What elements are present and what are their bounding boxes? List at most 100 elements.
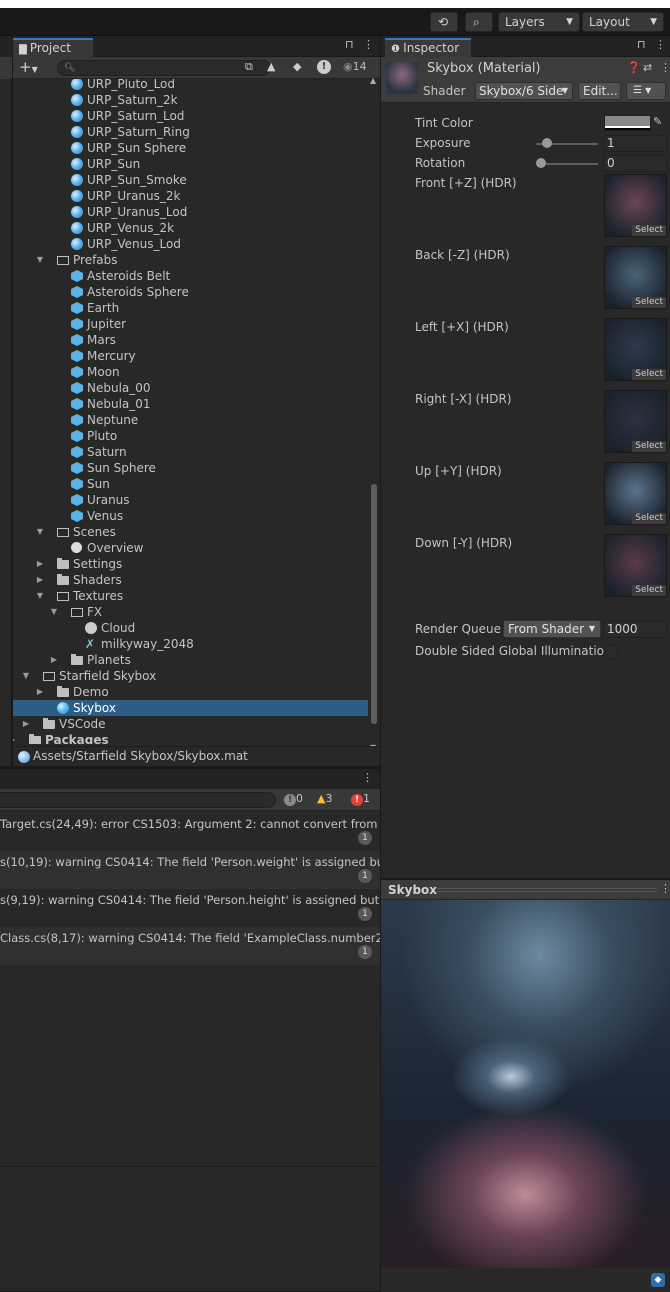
render-queue-dropdown[interactable]: From Shader ▼ (503, 620, 601, 638)
project-tree-item[interactable]: Nebula_00 (13, 380, 368, 396)
shader-dropdown[interactable]: Skybox/6 Side ▼ (475, 82, 573, 100)
shader-options-dropdown[interactable]: ☰ ▼ (626, 82, 666, 100)
project-tree-item[interactable]: Nebula_01 (13, 396, 368, 412)
visibility-toggle[interactable]: ◉14 (343, 60, 367, 73)
texture-slot-thumbnail[interactable]: Select (604, 462, 667, 525)
project-tree-item[interactable]: URP_Venus_2k (13, 220, 368, 236)
project-tree-item[interactable]: Venus (13, 508, 368, 524)
tint-color-field[interactable] (604, 115, 651, 131)
project-tree-item[interactable]: URP_Sun (13, 156, 368, 172)
project-tree-item[interactable]: ▶ Shaders (13, 572, 368, 588)
layout-dropdown[interactable]: Layout ▼ (582, 12, 664, 32)
scroll-up-icon[interactable]: ▲ (370, 76, 376, 85)
project-tree-item[interactable]: Pluto (13, 428, 368, 444)
expand-arrow-icon[interactable]: ▼ (35, 252, 45, 268)
skybox-preview-image[interactable] (381, 900, 670, 1268)
project-tree-item[interactable]: ▼ Prefabs (13, 252, 368, 268)
project-tree-item[interactable]: Sun (13, 476, 368, 492)
project-tree-item[interactable]: ✗ milkyway_2048 (13, 636, 368, 652)
project-tree-item[interactable]: ▼ Scenes (13, 524, 368, 540)
project-tree-item[interactable]: Asteroids Belt (13, 268, 368, 284)
more-menu-icon[interactable]: ⋮ (660, 882, 670, 895)
project-tree-item[interactable]: Mars (13, 332, 368, 348)
project-search-input[interactable]: 🔍︎ (57, 60, 271, 76)
tab-project[interactable]: ▇ Project (13, 38, 93, 57)
exposure-input[interactable]: 1 (603, 135, 667, 152)
project-tree-item[interactable]: Cloud (13, 620, 368, 636)
collapse-arrow-icon[interactable]: ▶ (49, 652, 59, 668)
project-tree-item[interactable]: URP_Venus_Lod (13, 236, 368, 252)
label-filter-icon[interactable]: ◆ (293, 60, 301, 73)
console-message[interactable]: Target.cs(24,49): error CS1503: Argument… (0, 813, 380, 851)
texture-slot-thumbnail[interactable]: Select (604, 174, 667, 237)
project-tree-item[interactable]: ▶ Demo (13, 684, 368, 700)
drag-handle[interactable] (437, 888, 657, 892)
search-by-type-icon[interactable]: ⧉ (245, 60, 253, 74)
project-tree-item[interactable]: URP_Saturn_Lod (13, 108, 368, 124)
project-tree-item[interactable]: Mercury (13, 348, 368, 364)
project-tree-item[interactable]: URP_Sun_Smoke (13, 172, 368, 188)
project-tree-item[interactable]: URP_Sun Sphere (13, 140, 368, 156)
project-tree-item[interactable]: URP_Uranus_Lod (13, 204, 368, 220)
lock-icon[interactable]: ⊓ (345, 38, 354, 51)
asset-label-icon[interactable]: ◆ (651, 1273, 665, 1287)
lock-icon[interactable]: ⊓ (637, 38, 646, 51)
project-tree-item[interactable]: Earth (13, 300, 368, 316)
layers-dropdown[interactable]: Layers ▼ (498, 12, 580, 32)
texture-slot-thumbnail[interactable]: Select (604, 390, 667, 453)
preset-icon[interactable]: ⇄ (643, 61, 652, 74)
console-message[interactable]: s(10,19): warning CS0414: The field 'Per… (0, 851, 380, 889)
project-tree-item[interactable]: Moon (13, 364, 368, 380)
texture-slot-thumbnail[interactable]: Select (604, 318, 667, 381)
texture-select-button[interactable]: Select (632, 513, 666, 524)
project-tree-item[interactable]: Jupiter (13, 316, 368, 332)
rotation-input[interactable]: 0 (603, 155, 667, 172)
texture-select-button[interactable]: Select (632, 369, 666, 380)
add-create-button[interactable]: +▼ (19, 58, 38, 76)
edit-shader-button[interactable]: Edit... (578, 82, 621, 100)
history-button[interactable]: ⟲ (430, 12, 458, 32)
more-menu-icon[interactable]: ⋮ (363, 38, 374, 51)
project-tree-item[interactable]: ▶ Planets (13, 652, 368, 668)
console-search-input[interactable] (0, 792, 276, 808)
eyedropper-icon[interactable]: ✎ (653, 115, 662, 128)
texture-slot-thumbnail[interactable]: Select (604, 534, 667, 597)
warning-filter-toggle[interactable]: ▲3 (317, 792, 332, 805)
collapse-arrow-icon[interactable]: ▶ (35, 572, 45, 588)
project-tree-item[interactable]: URP_Saturn_2k (13, 92, 368, 108)
project-tree-item[interactable]: Saturn (13, 444, 368, 460)
project-tree-item[interactable]: ▼ Textures (13, 588, 368, 604)
error-filter-toggle[interactable]: ! 0 (284, 792, 303, 806)
help-icon[interactable]: ❓ (627, 61, 641, 74)
project-tree-item[interactable]: ▶ VSCode (13, 716, 368, 732)
project-tree-item[interactable]: URP_Pluto_Lod (13, 79, 368, 92)
texture-select-button[interactable]: Select (632, 297, 666, 308)
collapse-arrow-icon[interactable]: ▶ (35, 556, 45, 572)
more-menu-icon[interactable]: ⋮ (655, 38, 666, 51)
exposure-slider-handle[interactable] (542, 138, 552, 148)
texture-select-button[interactable]: Select (632, 441, 666, 452)
console-message[interactable]: s(9,19): warning CS0414: The field 'Pers… (0, 889, 380, 927)
collapse-arrow-icon[interactable]: ▶ (35, 684, 45, 700)
tab-inspector[interactable]: ❶ Inspector (385, 38, 471, 57)
collapse-arrow-icon[interactable]: ▶ (21, 716, 31, 732)
expand-arrow-icon[interactable]: ▼ (35, 588, 45, 604)
project-tree-item[interactable]: Sun Sphere (13, 460, 368, 476)
double-sided-gi-checkbox[interactable] (604, 645, 618, 659)
project-tree-item[interactable]: ▶ Packages (13, 732, 368, 744)
texture-slot-thumbnail[interactable]: Select (604, 246, 667, 309)
project-tree-item[interactable]: Skybox (13, 700, 368, 716)
filter-by-type-icon[interactable]: ▲ (267, 60, 275, 73)
scrollbar-thumb[interactable] (371, 484, 377, 724)
project-tree-item[interactable]: ▶ Settings (13, 556, 368, 572)
project-scrollbar[interactable]: ▲ ▼ (370, 76, 378, 752)
project-tree-item[interactable]: ▼ Starfield Skybox (13, 668, 368, 684)
project-tree-item[interactable]: Overview (13, 540, 368, 556)
more-menu-icon[interactable]: ⋮ (362, 771, 373, 784)
console-message[interactable]: Class.cs(8,17): warning CS0414: The fiel… (0, 927, 380, 965)
project-tree-item[interactable]: URP_Uranus_2k (13, 188, 368, 204)
texture-select-button[interactable]: Select (632, 225, 666, 236)
warning-filter-icon[interactable]: ! (317, 60, 331, 74)
error-toggle[interactable]: ! 1 (351, 792, 370, 806)
more-menu-icon[interactable]: ⋮ (660, 61, 670, 74)
